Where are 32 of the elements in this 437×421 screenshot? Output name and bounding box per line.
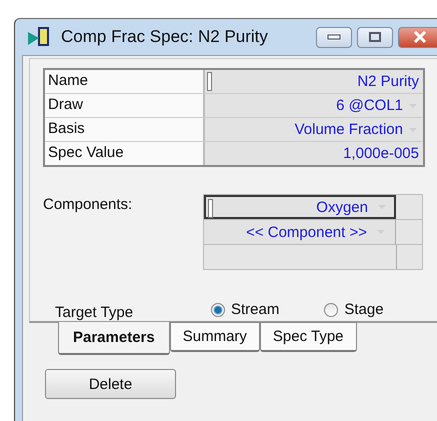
target-type-label: Target Type	[55, 304, 134, 321]
parameter-label: Draw	[45, 94, 205, 117]
parameter-label: Name	[45, 70, 205, 93]
tab[interactable]: Summary	[170, 322, 260, 352]
component-cell[interactable]: Oxygen	[204, 195, 396, 219]
column-icon	[27, 26, 51, 48]
parameter-value: 6 @COL1	[336, 97, 403, 114]
parameter-label: Basis	[45, 118, 205, 141]
radio-option[interactable]: Stream	[211, 301, 280, 318]
minimize-button[interactable]	[316, 26, 352, 48]
parameter-value: 1,000e-005	[343, 145, 419, 162]
parameter-value-cell[interactable]: 6 @COL1	[205, 94, 423, 117]
parameter-value: Volume Fraction	[294, 121, 403, 138]
tab[interactable]: Parameters	[58, 322, 170, 355]
maximize-icon	[368, 31, 382, 43]
radio-icon[interactable]	[324, 302, 338, 316]
window-title: Comp Frac Spec: N2 Purity	[61, 27, 268, 47]
maximize-button[interactable]	[357, 26, 393, 48]
parameter-value-cell[interactable]: N2 Purity	[205, 70, 423, 93]
delete-button[interactable]: Delete	[45, 369, 176, 399]
components-label: Components:	[43, 196, 134, 215]
tab[interactable]: Spec Type	[260, 322, 357, 352]
radio-icon[interactable]	[211, 302, 225, 316]
close-icon	[413, 31, 427, 43]
close-button[interactable]	[398, 26, 437, 48]
minimize-icon	[327, 34, 341, 40]
radio-option[interactable]: Stage	[324, 301, 384, 318]
parameter-value: N2 Purity	[357, 73, 419, 90]
text-cursor	[208, 199, 213, 218]
parameter-value-cell[interactable]: Volume Fraction	[205, 118, 423, 141]
parameter-value-cell[interactable]: 1,000e-005	[205, 142, 423, 165]
parameter-label: Spec Value	[45, 142, 205, 165]
